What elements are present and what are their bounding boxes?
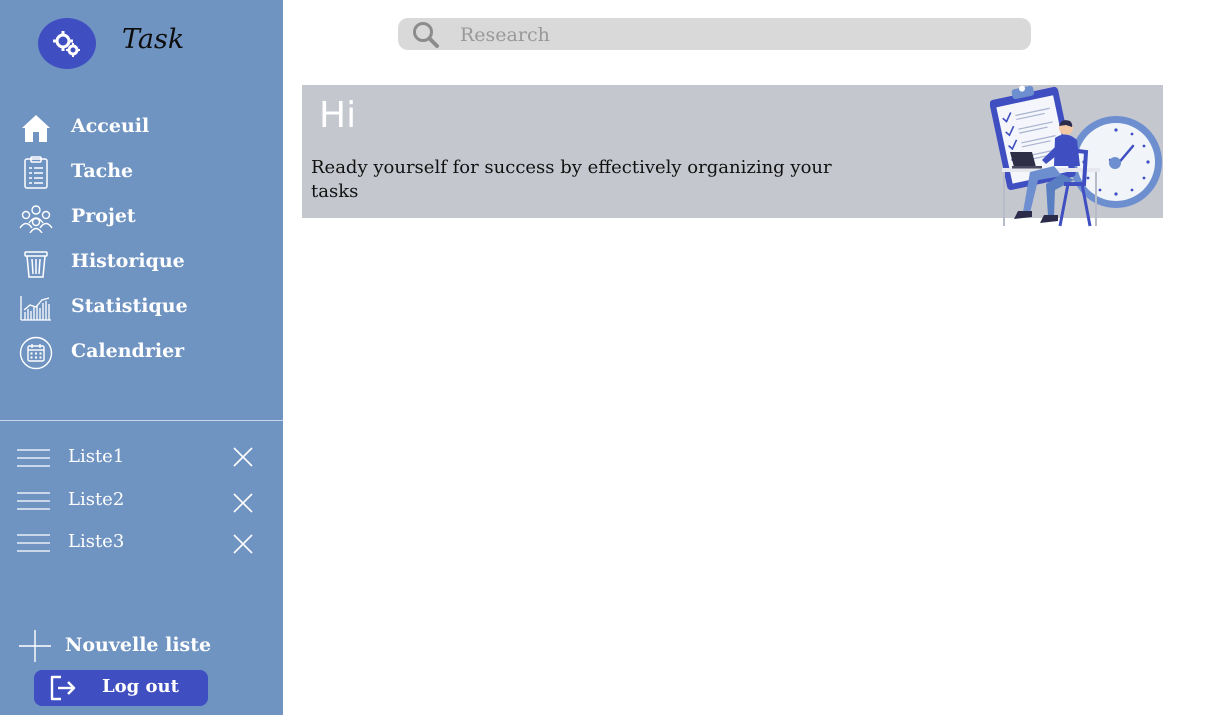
sidebar: Task Acceuil Tache Projet Historique Sta… [0,0,283,715]
sidebar-item-label: Acceuil [71,115,150,137]
list-item-liste2[interactable]: Liste2 [0,479,283,522]
sidebar-item-label: Tache [71,160,134,182]
home-icon [18,110,54,146]
search-input[interactable] [458,21,1022,49]
app-window: Task Acceuil Tache Projet Historique Sta… [0,0,1223,715]
close-icon[interactable] [231,532,255,556]
todo-clipboard-icon [18,155,54,191]
sidebar-divider [0,420,283,421]
task-lists: Liste1 Liste2 Liste3 [0,436,283,564]
gears-icon [53,30,80,57]
list-item-label: Liste2 [68,488,125,510]
sidebar-item-label: Projet [71,205,136,227]
sidebar-item-historique[interactable]: Historique [0,240,283,285]
trash-icon [18,245,54,281]
app-title: Task [122,24,185,55]
banner-subtitle: Ready yourself for success by effectivel… [311,157,832,202]
sidebar-item-label: Calendrier [71,340,185,362]
brand-logo [38,18,96,69]
list-item-liste3[interactable]: Liste3 [0,521,283,564]
sidebar-item-projet[interactable]: Projet [0,195,283,240]
menu-icon [17,534,50,552]
list-item-liste1[interactable]: Liste1 [0,436,283,479]
sidebar-item-calendrier[interactable]: Calendrier [0,330,283,375]
sidebar-item-statistique[interactable]: Statistique [0,285,283,330]
close-icon[interactable] [231,491,255,515]
menu-icon [17,449,50,467]
new-list-label: Nouvelle liste [65,634,212,656]
sidebar-nav: Acceuil Tache Projet Historique Statisti… [0,105,283,375]
new-list-button[interactable]: Nouvelle liste [18,629,258,663]
search-bar[interactable] [398,18,1031,50]
list-item-label: Liste3 [68,531,125,552]
logout-button[interactable]: Log out [34,670,208,706]
close-icon[interactable] [231,445,255,469]
team-icon [18,200,54,236]
logout-label: Log out [102,676,179,697]
logout-icon [50,675,76,701]
sidebar-item-label: Statistique [71,295,188,317]
calendar-icon [18,335,54,371]
planning-illustration [990,85,1162,227]
banner-greeting: Hi [319,95,357,136]
list-item-label: Liste1 [68,446,125,467]
search-icon[interactable] [412,21,440,49]
bar-chart-icon [18,290,54,326]
menu-icon [17,491,50,510]
sidebar-item-tache[interactable]: Tache [0,150,283,195]
plus-icon [19,630,51,662]
sidebar-item-label: Historique [71,250,185,272]
sidebar-item-acceuil[interactable]: Acceuil [0,105,283,150]
